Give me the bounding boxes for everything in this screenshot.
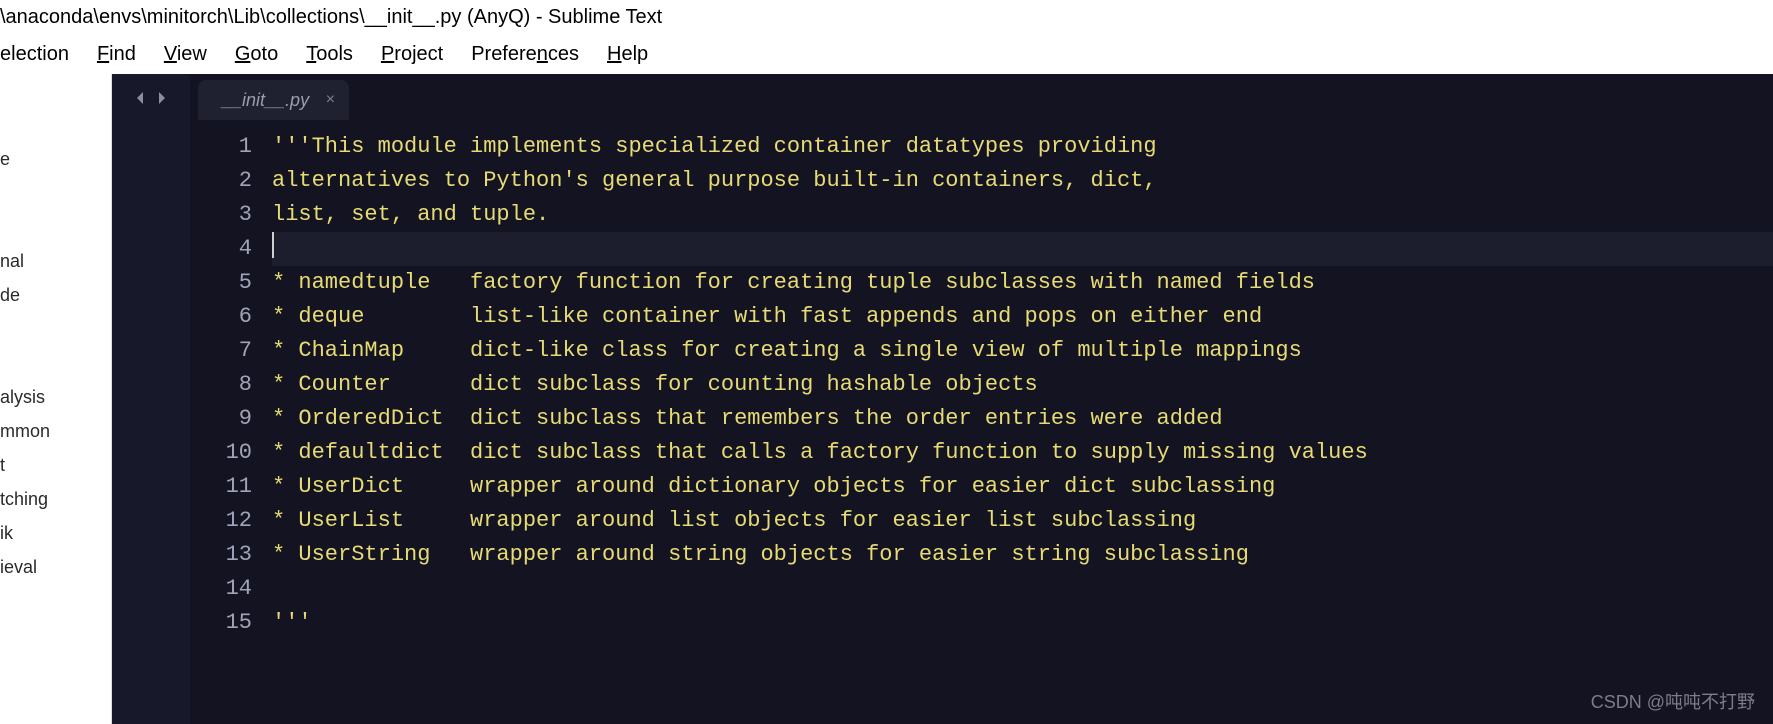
line-number: 14 — [190, 572, 252, 606]
nav-back-icon[interactable] — [132, 90, 148, 106]
code-line[interactable]: * Counter dict subclass for counting has… — [272, 368, 1773, 402]
line-number: 15 — [190, 606, 252, 640]
line-number: 6 — [190, 300, 252, 334]
line-number: 12 — [190, 504, 252, 538]
title-text: \anaconda\envs\minitorch\Lib\collections… — [0, 6, 662, 29]
code-line[interactable]: * UserString wrapper around string objec… — [272, 538, 1773, 572]
code-line[interactable]: * UserDict wrapper around dictionary obj… — [272, 470, 1773, 504]
sidebar-item[interactable]: t — [0, 448, 111, 482]
sidebar-item[interactable]: nal — [0, 244, 111, 278]
line-number: 11 — [190, 470, 252, 504]
line-number: 5 — [190, 266, 252, 300]
sidebar-item[interactable] — [0, 74, 111, 108]
tab-bar: __init__.py × — [190, 74, 1773, 120]
line-number: 9 — [190, 402, 252, 436]
code-line[interactable]: alternatives to Python's general purpose… — [272, 164, 1773, 198]
tab-label: __init__.py — [222, 90, 309, 111]
editor: __init__.py × 1 2 3 4 5 6 7 8 9 10 11 12… — [190, 74, 1773, 724]
sidebar-item[interactable]: de — [0, 278, 111, 312]
code-line[interactable]: * deque list-like container with fast ap… — [272, 300, 1773, 334]
line-number: 4 — [190, 232, 252, 266]
close-icon[interactable]: × — [326, 91, 335, 109]
line-number: 8 — [190, 368, 252, 402]
sidebar-item[interactable]: ieval — [0, 550, 111, 584]
menu-selection[interactable]: election — [0, 43, 69, 66]
code-line[interactable]: * namedtuple factory function for creati… — [272, 266, 1773, 300]
line-number: 10 — [190, 436, 252, 470]
code-line[interactable]: '''This module implements specialized co… — [272, 130, 1773, 164]
line-number: 1 — [190, 130, 252, 164]
main-area: e nal de alysis mmon t tching ik ieval _… — [0, 74, 1773, 724]
menu-view[interactable]: View — [164, 43, 207, 66]
menu-bar: election Find View Goto Tools Project Pr… — [0, 34, 1773, 74]
code-line[interactable]: * defaultdict dict subclass that calls a… — [272, 436, 1773, 470]
line-number: 13 — [190, 538, 252, 572]
code-line[interactable]: list, set, and tuple. — [272, 198, 1773, 232]
menu-project[interactable]: Project — [381, 43, 443, 66]
sidebar[interactable]: e nal de alysis mmon t tching ik ieval — [0, 74, 112, 724]
sidebar-item[interactable] — [0, 346, 111, 380]
menu-tools[interactable]: Tools — [306, 43, 353, 66]
code-line[interactable]: * UserList wrapper around list objects f… — [272, 504, 1773, 538]
code-line[interactable]: ''' — [272, 606, 1773, 640]
menu-find[interactable]: Find — [97, 43, 136, 66]
menu-goto[interactable]: Goto — [235, 43, 278, 66]
code-line[interactable]: * ChainMap dict-like class for creating … — [272, 334, 1773, 368]
watermark: CSDN @吨吨不打野 — [1591, 688, 1755, 714]
sidebar-item[interactable]: alysis — [0, 380, 111, 414]
menu-help[interactable]: Help — [607, 43, 648, 66]
line-number: 7 — [190, 334, 252, 368]
text-cursor — [272, 232, 274, 258]
code-line[interactable] — [272, 232, 1773, 266]
window-title: \anaconda\envs\minitorch\Lib\collections… — [0, 0, 1773, 34]
sidebar-item[interactable] — [0, 312, 111, 346]
sidebar-item[interactable]: tching — [0, 482, 111, 516]
code-text[interactable]: '''This module implements specialized co… — [272, 130, 1773, 724]
line-number: 2 — [190, 164, 252, 198]
line-number-gutter: 1 2 3 4 5 6 7 8 9 10 11 12 13 14 15 — [190, 130, 272, 724]
code-line[interactable]: * OrderedDict dict subclass that remembe… — [272, 402, 1773, 436]
menu-preferences[interactable]: Preferences — [471, 43, 579, 66]
sidebar-item[interactable]: mmon — [0, 414, 111, 448]
nav-arrows — [112, 74, 190, 724]
nav-forward-icon[interactable] — [154, 90, 170, 106]
sidebar-item[interactable]: ik — [0, 516, 111, 550]
code-area[interactable]: 1 2 3 4 5 6 7 8 9 10 11 12 13 14 15 '''T… — [190, 120, 1773, 724]
tab-init-py[interactable]: __init__.py × — [198, 80, 349, 120]
sidebar-item[interactable]: e — [0, 142, 111, 176]
line-number: 3 — [190, 198, 252, 232]
sidebar-item[interactable] — [0, 210, 111, 244]
sidebar-item[interactable] — [0, 108, 111, 142]
sidebar-item[interactable] — [0, 176, 111, 210]
code-line[interactable] — [272, 572, 1773, 606]
